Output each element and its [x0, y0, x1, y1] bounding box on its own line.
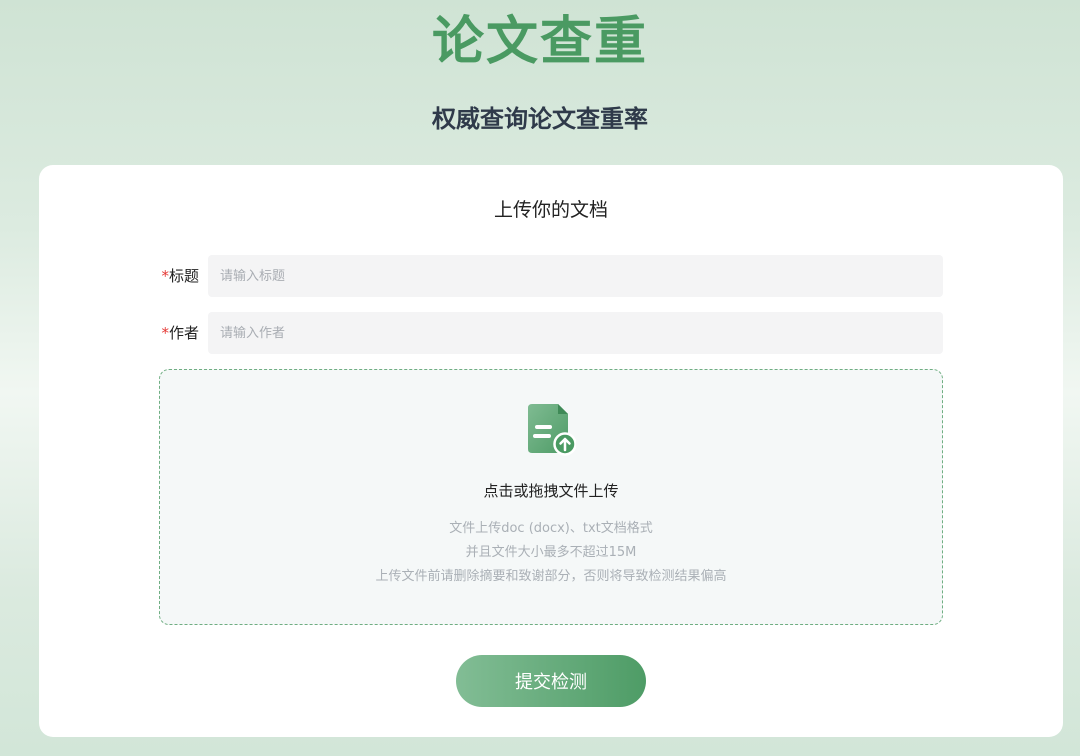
- card-title: 上传你的文档: [493, 199, 608, 221]
- required-mark: *: [161, 267, 169, 285]
- author-field-label: *作者: [159, 312, 199, 354]
- file-upload-icon: [528, 404, 576, 456]
- author-field-row: *作者: [39, 312, 1063, 354]
- file-upload-dropzone[interactable]: 点击或拖拽文件上传 文件上传doc (docx)、txt文档格式 并且文件大小最…: [159, 369, 943, 625]
- submit-button[interactable]: 提交检测: [456, 655, 646, 707]
- required-mark: *: [161, 324, 169, 342]
- author-label-text: 作者: [168, 324, 199, 342]
- upload-hint-warning: 上传文件前请删除摘要和致谢部分，否则将导致检测结果偏高: [375, 569, 727, 584]
- upload-card: 上传你的文档 *标题 *作者 点击或拖拽文件上传 文件上传doc (docx)、…: [39, 165, 1063, 737]
- title-field-label: *标题: [159, 255, 199, 297]
- title-field-row: *标题: [39, 255, 1063, 297]
- upload-title: 点击或拖拽文件上传: [483, 482, 619, 500]
- upload-hint-size: 并且文件大小最多不超过15M: [465, 545, 637, 560]
- title-label-text: 标题: [168, 267, 199, 285]
- title-input[interactable]: [208, 255, 943, 297]
- upload-hint-format: 文件上传doc (docx)、txt文档格式: [449, 521, 653, 536]
- page-subtitle: 权威查询论文查重率: [432, 105, 648, 133]
- author-input[interactable]: [208, 312, 943, 354]
- page-title: 论文查重: [431, 12, 648, 72]
